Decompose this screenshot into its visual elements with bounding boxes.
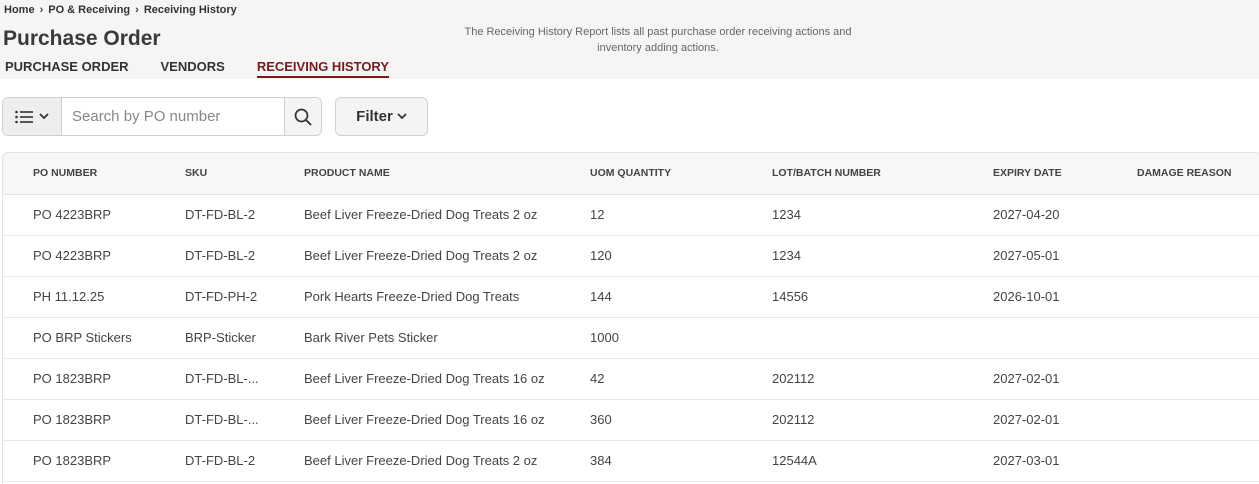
expiry-date-cell: [963, 317, 1135, 359]
sku-cell: DT-FD-BL-2: [155, 194, 274, 236]
tab-bar: PURCHASE ORDER VENDORS RECEIVING HISTORY: [5, 59, 421, 78]
product-name-cell: Beef Liver Freeze-Dried Dog Treats 2 oz: [274, 440, 560, 482]
column-header-product-name[interactable]: PRODUCT NAME: [274, 153, 560, 195]
damage-reason-cell: [1135, 399, 1259, 441]
breadcrumb-home[interactable]: Home: [4, 4, 35, 16]
tab-receiving-history[interactable]: RECEIVING HISTORY: [256, 59, 390, 78]
expiry-date-cell: 2027-05-01: [963, 235, 1135, 277]
search-button[interactable]: [284, 98, 321, 135]
sku-cell: DT-FD-PH-2: [155, 276, 274, 318]
table-row[interactable]: PO 4223BRP DT-FD-BL-2 Beef Liver Freeze-Dr…: [3, 194, 1259, 236]
po-number-cell: PO BRP Stickers: [3, 317, 155, 359]
chevron-right-icon: ›: [135, 4, 139, 16]
damage-reason-cell: [1135, 317, 1259, 359]
table-row[interactable]: PO 1823BRP DT-FD-BL-2 Beef Liver Freeze-Dr…: [3, 440, 1259, 482]
uom-quantity-cell: 384: [560, 440, 742, 482]
chevron-right-icon: ›: [39, 4, 44, 16]
sku-cell: DT-FD-BL-2: [155, 440, 274, 482]
uom-quantity-cell: 120: [560, 235, 742, 277]
expiry-date-cell: 2027-04-20: [963, 194, 1135, 236]
damage-reason-cell: [1135, 358, 1259, 400]
column-header-expiry-date[interactable]: EXPIRY DATE: [963, 153, 1135, 195]
filter-button-label: Filter: [356, 108, 393, 125]
table-row[interactable]: PO 1823BRP DT-FD-BL-... Beef Liver Freeze-…: [3, 358, 1259, 400]
table-row[interactable]: PH 11.12.25 DT-FD-PH-2 Pork Hearts Freeze-…: [3, 276, 1259, 318]
expiry-date-cell: 2027-02-01: [963, 358, 1135, 400]
lot-batch-cell: 202112: [742, 399, 963, 441]
breadcrumb: Home › PO & Receiving › Receiving Histor…: [4, 4, 237, 16]
product-name-cell: Bark River Pets Sticker: [274, 317, 560, 359]
uom-quantity-cell: 360: [560, 399, 742, 441]
filter-button[interactable]: Filter: [335, 97, 428, 136]
lot-batch-cell: 202112: [742, 358, 963, 400]
lot-batch-cell: [742, 317, 963, 359]
product-name-cell: Beef Liver Freeze-Dried Dog Treats 2 oz: [274, 194, 560, 236]
sku-cell: DT-FD-BL-...: [155, 399, 274, 441]
table-row[interactable]: PO BRP Stickers BRP-Sticker Bark River Pet…: [3, 317, 1259, 359]
uom-quantity-cell: 12: [560, 194, 742, 236]
uom-quantity-cell: 42: [560, 358, 742, 400]
lot-batch-cell: 1234: [742, 194, 963, 236]
damage-reason-cell: [1135, 194, 1259, 236]
page-description: The Receiving History Report lists all p…: [464, 26, 852, 54]
column-header-po-number[interactable]: PO NUMBER: [3, 153, 155, 195]
page-title: Purchase Order: [3, 27, 161, 50]
sku-cell: BRP-Sticker: [155, 317, 274, 359]
product-name-cell: Beef Liver Freeze-Dried Dog Treats 2 oz: [274, 235, 560, 277]
po-number-cell: PO 4223BRP: [3, 235, 155, 277]
breadcrumb-po-receiving[interactable]: PO & Receiving: [48, 4, 130, 16]
receiving-history-table: PO NUMBER SKU PRODUCT NAME UOM QUANTITY …: [2, 152, 1259, 484]
column-header-uom-quantity[interactable]: UOM QUANTITY: [560, 153, 742, 195]
expiry-date-cell: 2027-03-01: [963, 440, 1135, 482]
product-name-cell: Beef Liver Freeze-Dried Dog Treats 16 oz: [274, 399, 560, 441]
po-number-cell: PO 1823BRP: [3, 399, 155, 441]
damage-reason-cell: [1135, 276, 1259, 318]
column-header-sku[interactable]: SKU: [155, 153, 274, 195]
column-header-lot-batch-number[interactable]: LOT/BATCH NUMBER: [742, 153, 963, 195]
chevron-down-icon: [39, 113, 49, 120]
expiry-date-cell: 2026-10-01: [963, 276, 1135, 318]
expiry-date-cell: 2027-02-01: [963, 399, 1135, 441]
list-icon: [15, 110, 33, 123]
table-row[interactable]: PO 1823BRP DT-FD-BL-... Beef Liver Freeze-…: [3, 399, 1259, 441]
lot-batch-cell: 1234: [742, 235, 963, 277]
product-name-cell: Pork Hearts Freeze-Dried Dog Treats: [274, 276, 560, 318]
uom-quantity-cell: 144: [560, 276, 742, 318]
po-number-cell: PH 11.12.25: [3, 276, 155, 318]
product-name-cell: Beef Liver Freeze-Dried Dog Treats 16 oz: [274, 358, 560, 400]
damage-reason-cell: [1135, 440, 1259, 482]
search-icon: [294, 108, 312, 126]
page-header: Home › PO & Receiving › Receiving Histor…: [0, 0, 1259, 79]
damage-reason-cell: [1135, 235, 1259, 277]
table-row[interactable]: PO 4223BRP DT-FD-BL-2 Beef Liver Freeze-Dr…: [3, 235, 1259, 277]
chevron-down-icon: [397, 113, 407, 120]
table-header-row: PO NUMBER SKU PRODUCT NAME UOM QUANTITY …: [3, 153, 1259, 195]
sku-cell: DT-FD-BL-2: [155, 235, 274, 277]
table-body: PO 4223BRP DT-FD-BL-2 Beef Liver Freeze-Dr…: [3, 194, 1259, 482]
search-input[interactable]: [62, 98, 284, 135]
search-group: [2, 97, 322, 136]
po-number-cell: PO 1823BRP: [3, 440, 155, 482]
view-toggle-button[interactable]: [3, 98, 62, 135]
column-header-damage-reason[interactable]: DAMAGE REASON: [1135, 153, 1259, 195]
toolbar: Filter: [2, 97, 428, 136]
tab-vendors[interactable]: VENDORS: [161, 59, 225, 78]
tab-purchase-order[interactable]: PURCHASE ORDER: [5, 59, 129, 78]
sku-cell: DT-FD-BL-...: [155, 358, 274, 400]
po-number-cell: PO 4223BRP: [3, 194, 155, 236]
uom-quantity-cell: 1000: [560, 317, 742, 359]
lot-batch-cell: 14556: [742, 276, 963, 318]
lot-batch-cell: 12544A: [742, 440, 963, 482]
breadcrumb-receiving-history: Receiving History: [143, 4, 237, 16]
po-number-cell: PO 1823BRP: [3, 358, 155, 400]
